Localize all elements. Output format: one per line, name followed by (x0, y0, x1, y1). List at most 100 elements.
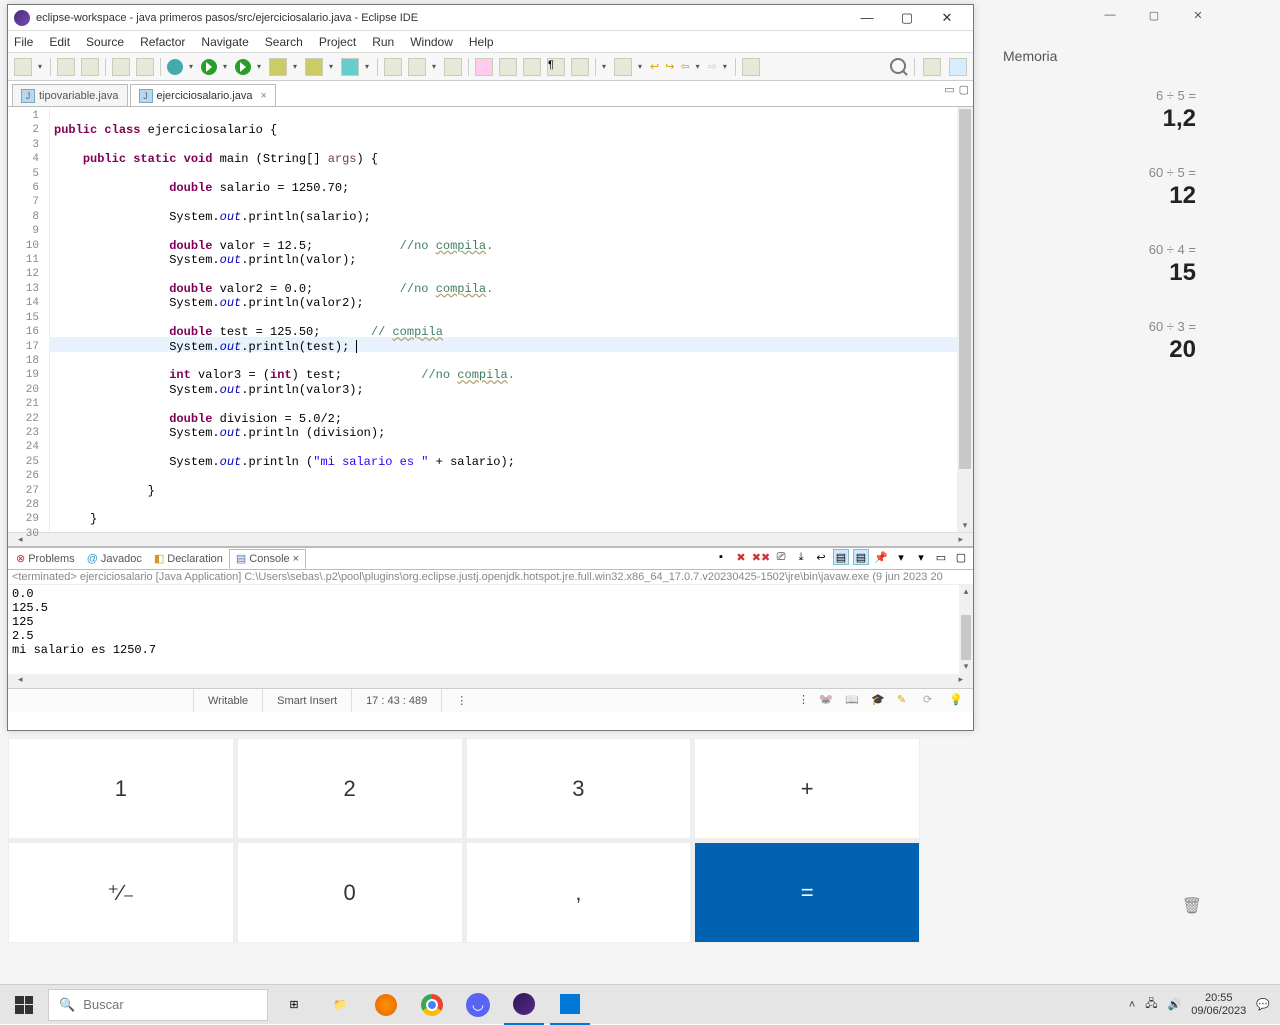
title-bar[interactable]: eclipse-workspace - java primeros pasos/… (8, 5, 973, 31)
calc-key-plusminus[interactable]: ⁺∕₋ (8, 842, 234, 943)
perspective-icon[interactable] (923, 58, 941, 76)
calc-key-2[interactable]: 2 (237, 738, 463, 839)
minimize-view-icon[interactable]: ▭ (944, 83, 954, 96)
tab-javadoc[interactable]: @Javadoc (81, 549, 148, 569)
console-show-on-err-icon[interactable]: ▤ (853, 549, 869, 565)
tag-icon[interactable] (444, 58, 462, 76)
calc-maximize[interactable]: ▢ (1132, 0, 1176, 30)
annotation-icon[interactable] (571, 58, 589, 76)
tab-declaration[interactable]: ◧Declaration (148, 549, 229, 569)
maximize-button[interactable]: ▢ (887, 5, 927, 31)
minimize-button[interactable]: — (847, 5, 887, 31)
open-task-icon[interactable] (384, 58, 402, 76)
calc-key-1[interactable]: 1 (8, 738, 234, 839)
sb-grad-icon[interactable]: 🎓 (871, 693, 887, 709)
build-icon[interactable] (136, 58, 154, 76)
sb-bulb-icon[interactable]: 💡 (949, 693, 965, 709)
close-button[interactable]: ✕ (927, 5, 967, 31)
show-whitespace-icon[interactable] (523, 58, 541, 76)
console-open-icon[interactable]: ▾ (913, 549, 929, 565)
menu-refactor[interactable]: Refactor (140, 35, 185, 49)
calc-key-plus[interactable]: + (694, 738, 920, 839)
toggle-mark-icon[interactable] (475, 58, 493, 76)
explorer-icon[interactable]: 📁 (320, 985, 360, 1025)
console-display-icon[interactable]: ▾ (893, 549, 909, 565)
console-show-on-out-icon[interactable]: ▤ (833, 549, 849, 565)
tab-close-icon[interactable]: × (261, 90, 267, 102)
console-pin-icon[interactable]: 📌 (873, 549, 889, 565)
new-java-project-icon[interactable] (269, 58, 287, 76)
start-button[interactable] (0, 985, 48, 1025)
editor-vertical-scrollbar[interactable]: ▴ ▾ (957, 107, 973, 532)
sb-refresh-icon[interactable]: ⟳ (923, 693, 939, 709)
calc-key-comma[interactable]: , (466, 842, 692, 943)
console-word-wrap-icon[interactable]: ↩ (813, 549, 829, 565)
calculator-taskbar-icon[interactable] (550, 985, 590, 1025)
console-max-icon[interactable]: ▢ (953, 549, 969, 565)
tray-chevron-up-icon[interactable]: ˄ (1129, 999, 1135, 1011)
pin-icon[interactable] (742, 58, 760, 76)
taskbar-search[interactable]: 🔍 Buscar (48, 989, 268, 1021)
console-output[interactable]: 0.0 125.5 125 2.5 mi salario es 1250.7 ▴… (8, 585, 973, 674)
console-horizontal-scrollbar[interactable]: ◂▸ (8, 674, 973, 688)
sb-pencil-icon[interactable]: ✎ (897, 693, 913, 709)
console-min-icon[interactable]: ▭ (933, 549, 949, 565)
java-perspective-icon[interactable] (949, 58, 967, 76)
calc-key-3[interactable]: 3 (466, 738, 692, 839)
forward-arrow-icon[interactable]: ↪ (665, 60, 674, 73)
new-icon[interactable] (14, 58, 32, 76)
menu-window[interactable]: Window (410, 35, 453, 49)
menu-source[interactable]: Source (86, 35, 124, 49)
block-select-icon[interactable] (499, 58, 517, 76)
menu-file[interactable]: File (14, 35, 33, 49)
console-clear-icon[interactable]: ⎚ (773, 549, 789, 565)
sb-mouse-icon[interactable]: 🐭 (819, 693, 835, 709)
new-class-icon[interactable] (341, 58, 359, 76)
tray-clock[interactable]: 20:5509/06/2023 (1191, 992, 1246, 1018)
chrome-icon[interactable] (412, 985, 452, 1025)
line-gutter[interactable]: 1234567891011121314151617181920212223242… (8, 107, 50, 532)
tab-tipovariable[interactable]: Jtipovariable.java (12, 84, 128, 106)
calc-close[interactable]: ✕ (1176, 0, 1220, 30)
calc-clear-history-icon[interactable]: 🗑 (1182, 896, 1202, 916)
sb-book-icon[interactable]: 📖 (845, 693, 861, 709)
console-remove-all-icon[interactable]: ✖✖ (753, 549, 769, 565)
console-terminate-icon[interactable]: ▪ (713, 549, 729, 565)
tab-ejerciciosalario[interactable]: Jejerciciosalario.java× (130, 84, 276, 106)
menu-run[interactable]: Run (372, 35, 394, 49)
system-tray[interactable]: ˄ 🖧 🔊 20:5509/06/2023 💬 (1129, 992, 1280, 1018)
console-scroll-lock-icon[interactable]: ⤓ (793, 549, 809, 565)
maximize-view-icon[interactable]: ▢ (959, 83, 969, 96)
menu-navigate[interactable]: Navigate (201, 35, 248, 49)
menu-help[interactable]: Help (469, 35, 494, 49)
coverage-icon[interactable] (235, 59, 251, 75)
console-remove-icon[interactable]: ✖ (733, 549, 749, 565)
tab-problems[interactable]: ⊗Problems (10, 549, 81, 569)
run-icon[interactable] (201, 59, 217, 75)
tab-console[interactable]: ▤Console× (229, 549, 306, 569)
discord-icon[interactable]: ◡ (458, 985, 498, 1025)
console-tab-close-icon[interactable]: × (293, 553, 299, 565)
pilcrow-icon[interactable]: ¶ (547, 58, 565, 76)
eclipse-taskbar-icon[interactable] (504, 985, 544, 1025)
editor-horizontal-scrollbar[interactable]: ◂▸ (8, 532, 973, 546)
code-editor[interactable]: 1234567891011121314151617181920212223242… (8, 107, 973, 532)
debug-icon[interactable] (167, 59, 183, 75)
save-icon[interactable] (57, 58, 75, 76)
nav-fwd-icon[interactable]: ⇨ (708, 60, 717, 73)
firefox-icon[interactable] (366, 985, 406, 1025)
search-file-icon[interactable] (408, 58, 426, 76)
tray-network-icon[interactable]: 🖧 (1145, 995, 1157, 1014)
back-arrow-icon[interactable]: ↩ (650, 60, 659, 73)
tray-notifications-icon[interactable]: 💬 (1256, 998, 1270, 1011)
menu-project[interactable]: Project (319, 35, 356, 49)
save-all-icon[interactable] (81, 58, 99, 76)
calc-key-0[interactable]: 0 (237, 842, 463, 943)
menu-edit[interactable]: Edit (49, 35, 70, 49)
nav-back-icon[interactable]: ⇦ (680, 60, 689, 73)
search-icon[interactable] (890, 58, 906, 74)
calc-key-equals[interactable]: = (694, 842, 920, 943)
new-package-icon[interactable] (305, 58, 323, 76)
open-type-icon[interactable] (112, 58, 130, 76)
taskview-icon[interactable]: ⊞ (274, 985, 314, 1025)
